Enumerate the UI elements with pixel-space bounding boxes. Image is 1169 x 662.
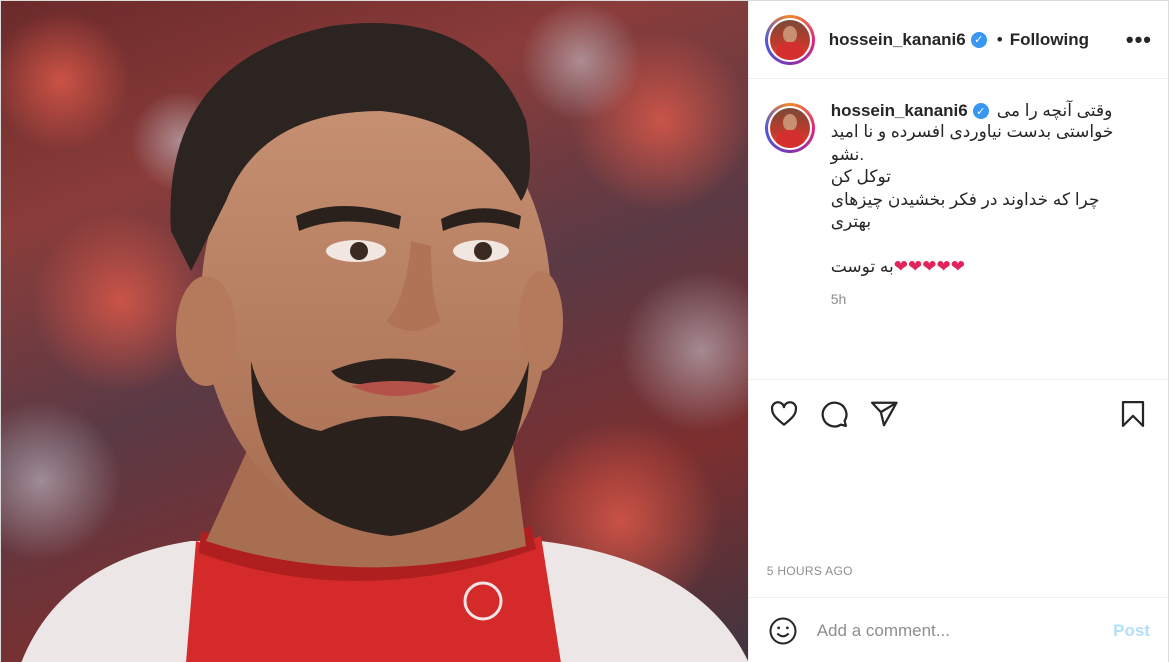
verified-badge-icon: ✓ <box>972 103 989 119</box>
action-bar <box>748 379 1168 447</box>
header-user-block: hossein_kanani6 ✓ • Following <box>829 30 1089 50</box>
following-button[interactable]: Following <box>1010 30 1089 50</box>
caption-line-4: توکل کن <box>830 167 891 186</box>
bookmark-icon[interactable] <box>1116 397 1150 431</box>
comments-section: hossein_kanani6 ✓ وقتی آنچه را می خواستی… <box>749 79 1168 379</box>
caption-line-6: به توست❤❤❤❤❤ <box>831 234 1121 279</box>
caption-username[interactable]: hossein_kanani6 <box>831 101 968 121</box>
caption: hossein_kanani6 ✓ وقتی آنچه را می خواستی… <box>764 101 1152 307</box>
comment-icon[interactable] <box>817 397 851 431</box>
more-options-icon[interactable]: ••• <box>1126 27 1152 53</box>
avatar[interactable] <box>764 14 815 65</box>
comment-input[interactable] <box>816 620 1104 641</box>
post-header: hossein_kanani6 ✓ • Following ••• <box>748 1 1168 79</box>
caption-avatar-image <box>769 108 810 148</box>
header-separator: • <box>996 29 1003 49</box>
header-username[interactable]: hossein_kanani6 <box>829 30 966 50</box>
player-portrait-image <box>1 1 748 662</box>
avatar-image <box>769 19 810 60</box>
post-side-panel: hossein_kanani6 ✓ • Following ••• hossei… <box>747 1 1168 662</box>
post-timestamp[interactable]: 5 HOURS AGO <box>749 545 1168 597</box>
likes-area <box>749 447 1168 545</box>
add-comment-bar: Post <box>748 597 1168 662</box>
caption-line-2: خواستی بدست نیاوردی افسرده و نا امید <box>830 122 1114 141</box>
caption-line-1: وقتی آنچه را می <box>996 101 1113 120</box>
caption-line-6-text: به توست <box>830 257 894 276</box>
share-icon[interactable] <box>867 397 901 431</box>
caption-avatar[interactable] <box>764 103 815 153</box>
caption-line-3: نشو. <box>830 144 865 164</box>
emoji-icon[interactable] <box>767 615 799 647</box>
post-comment-button[interactable]: Post <box>1113 621 1150 641</box>
heart-icon[interactable] <box>767 397 801 431</box>
caption-body: hossein_kanani6 ✓ وقتی آنچه را می خواستی… <box>831 101 1121 307</box>
heart-emoji-icon: ❤❤❤❤❤ <box>893 257 965 276</box>
caption-age[interactable]: 5h <box>831 291 1121 307</box>
caption-line-5: چرا که خداوند در فکر بخشیدن چیزهای بهتری <box>830 189 1100 232</box>
post-photo[interactable] <box>1 1 748 662</box>
verified-badge-icon: ✓ <box>970 31 987 48</box>
instagram-post: hossein_kanani6 ✓ • Following ••• hossei… <box>0 0 1169 662</box>
